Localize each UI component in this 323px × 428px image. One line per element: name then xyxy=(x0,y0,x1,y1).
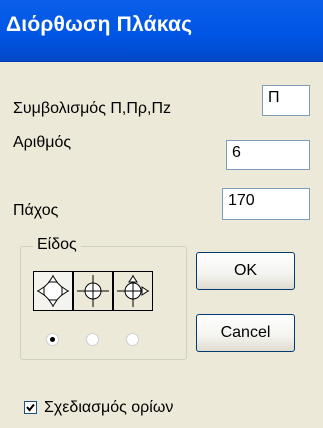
thickness-input[interactable]: 170 xyxy=(222,188,310,220)
title-bar[interactable]: Διόρθωση Πλάκας xyxy=(0,0,323,62)
checkmark-icon xyxy=(26,403,35,412)
slab-support-four-sides-icon[interactable] xyxy=(33,271,73,311)
number-input[interactable]: 6 xyxy=(226,140,310,170)
thickness-label: Πάχος xyxy=(13,202,59,219)
window-title: Διόρθωση Πλάκας xyxy=(6,13,193,36)
type-group-legend: Είδος xyxy=(33,236,81,254)
slab-support-cross-icon[interactable] xyxy=(73,271,113,311)
dialog-body: Συμβολισμός Π,Πρ,Πz Π Αριθμός 6 Πάχος 17… xyxy=(0,62,323,428)
cancel-button[interactable]: Cancel xyxy=(196,314,295,352)
symbol-input[interactable]: Π xyxy=(262,85,310,116)
type-radio-1[interactable] xyxy=(46,333,59,346)
type-groupbox: Είδος xyxy=(20,236,187,360)
symbol-label: Συμβολισμός Π,Πρ,Πz xyxy=(13,100,172,117)
type-radio-3[interactable] xyxy=(126,333,139,346)
radio-selected-dot xyxy=(50,337,55,342)
ok-button[interactable]: OK xyxy=(196,252,295,290)
draw-borders-label: Σχεδιασμός ορίων xyxy=(44,399,174,416)
draw-borders-checkbox[interactable] xyxy=(24,401,37,414)
type-radio-2[interactable] xyxy=(86,333,99,346)
slab-support-three-sides-icon[interactable] xyxy=(113,271,153,311)
number-label: Αριθμός xyxy=(13,134,72,151)
